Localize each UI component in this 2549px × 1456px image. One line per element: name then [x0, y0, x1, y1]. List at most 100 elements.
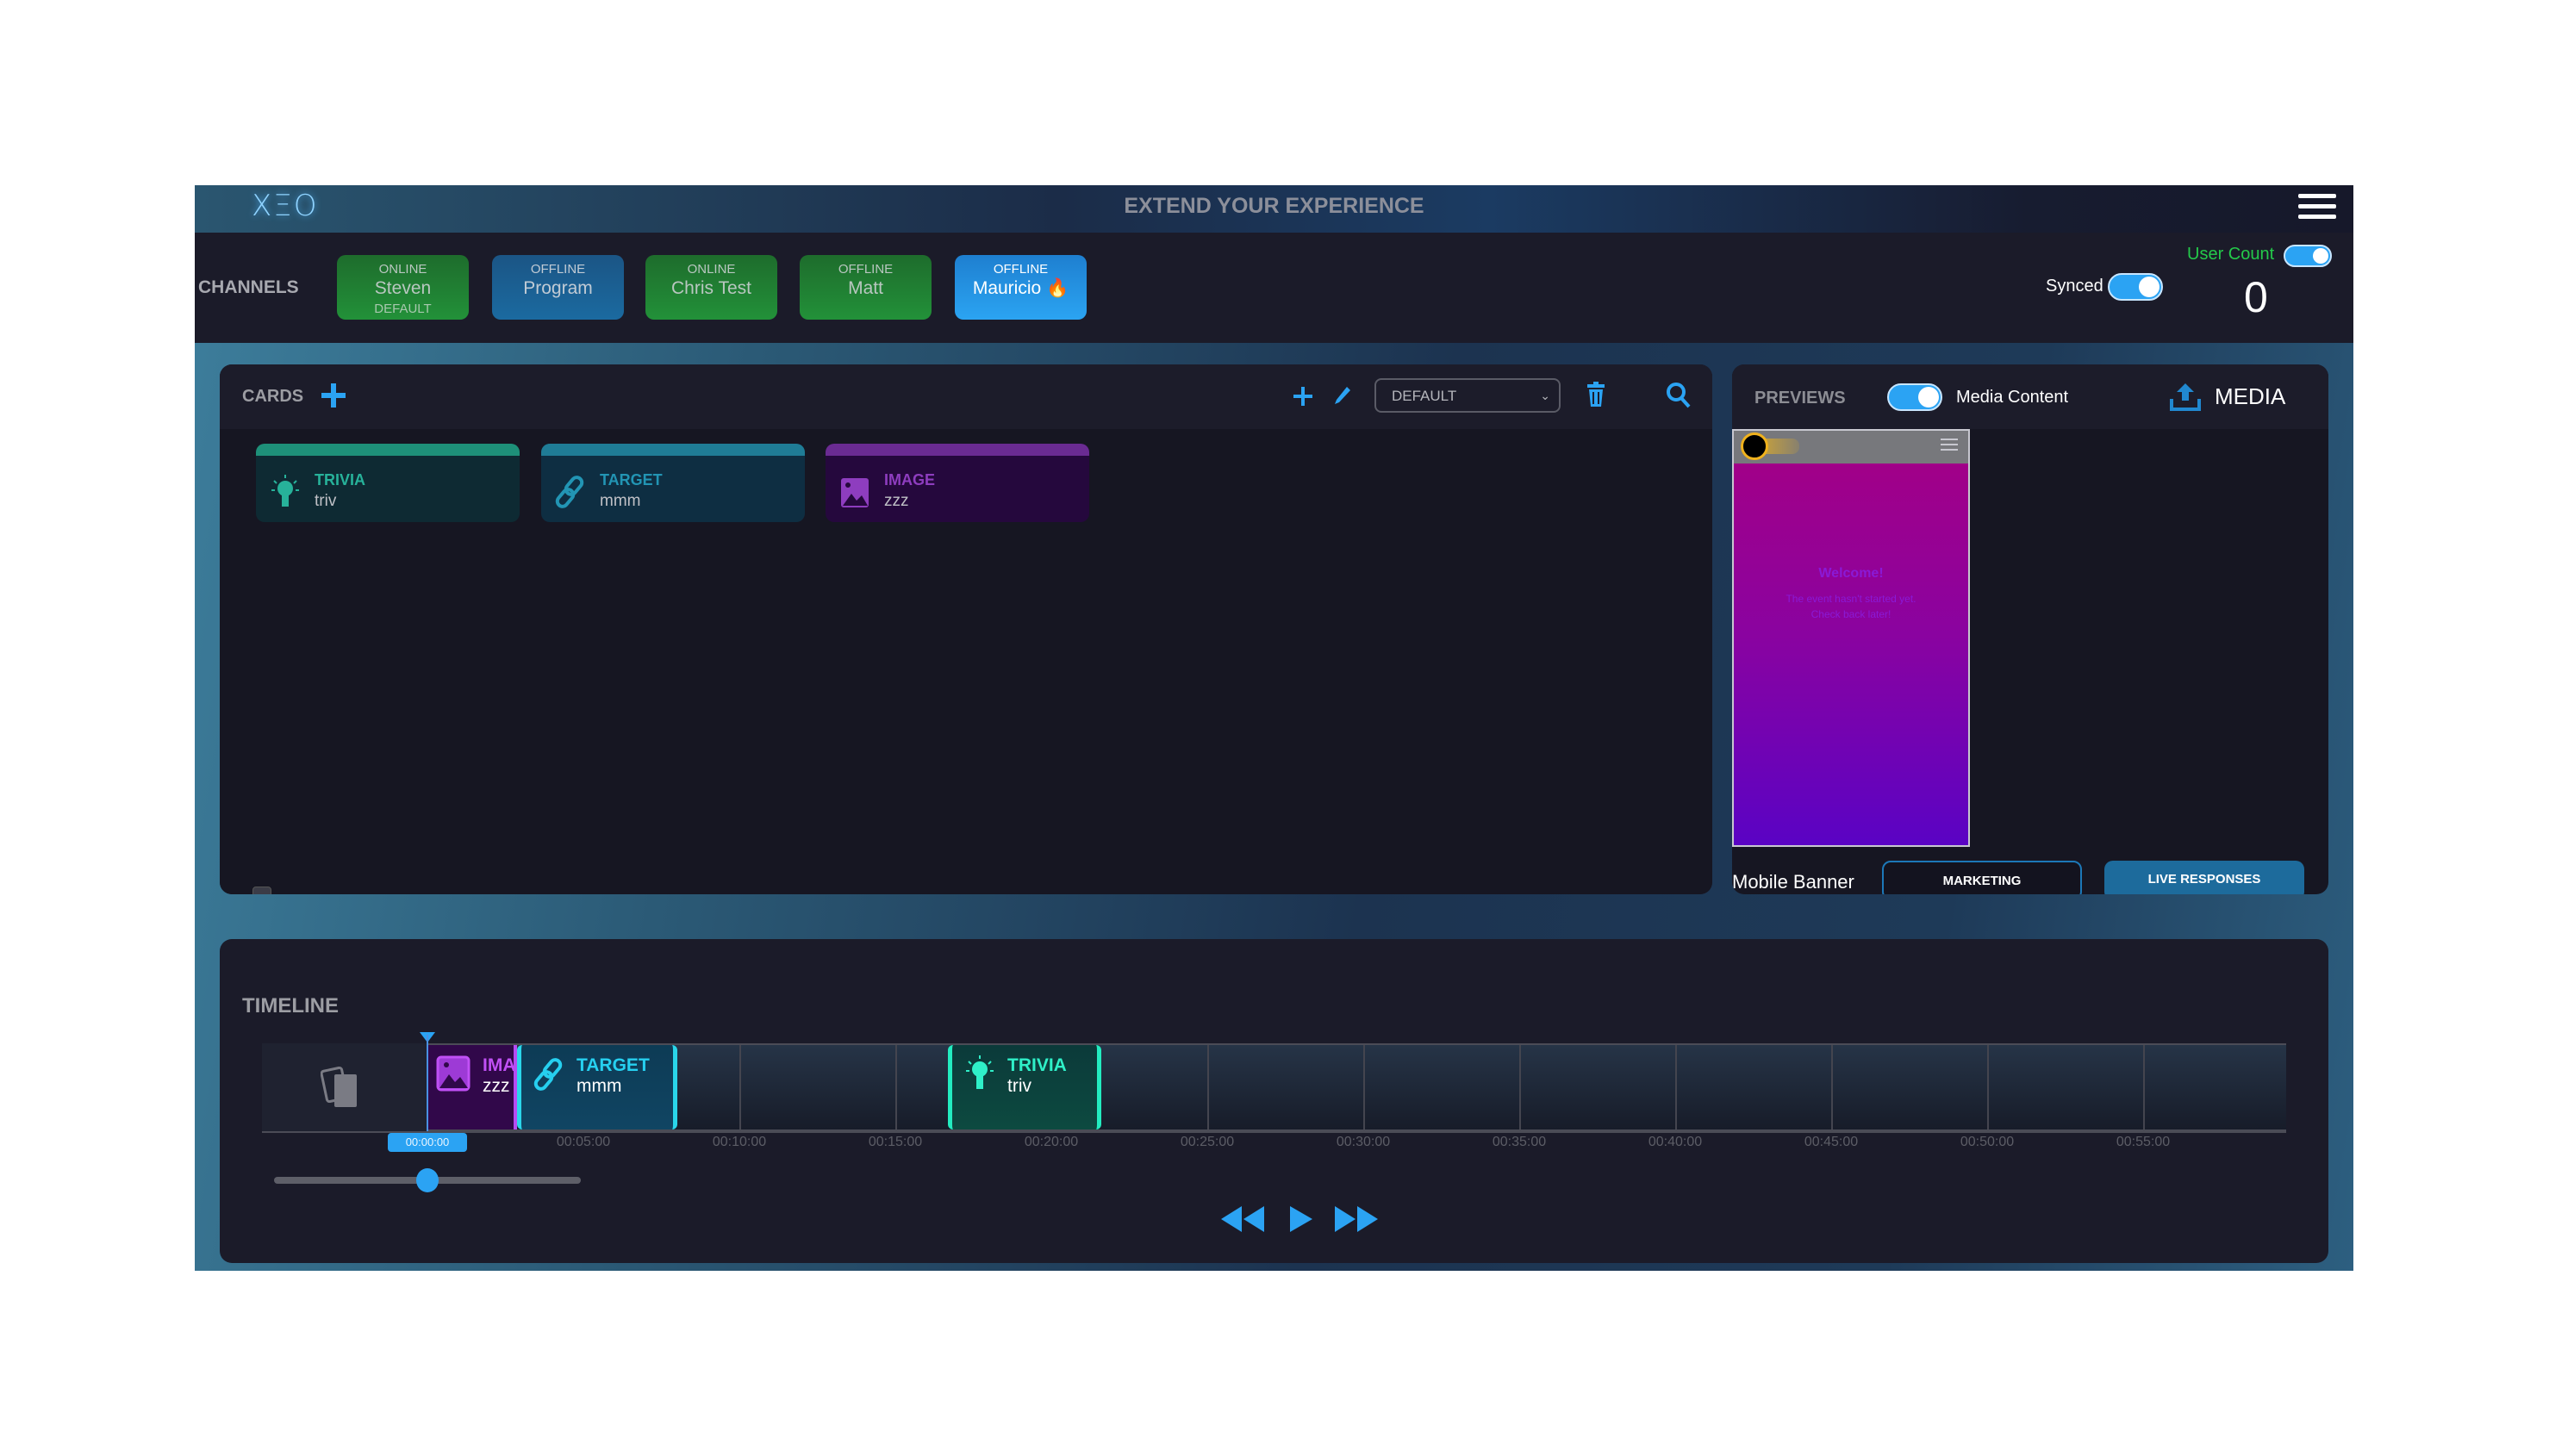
- channel-status: OFFLINE: [838, 262, 894, 277]
- tick-label: 00:05:00: [556, 1135, 611, 1149]
- tick-line: [1831, 1045, 1833, 1129]
- tick-label: 00:15:00: [868, 1135, 923, 1149]
- channel-chris-test[interactable]: ONLINE Chris Test: [645, 255, 777, 320]
- rewind-button[interactable]: [1219, 1204, 1266, 1238]
- marketing-button[interactable]: MARKETING: [1882, 861, 2082, 894]
- card-color-bar: [541, 444, 805, 456]
- channel-name: Mauricio 🔥: [972, 278, 1069, 298]
- zoom-slider-knob[interactable]: [416, 1168, 439, 1192]
- edit-pencil-icon[interactable]: [1333, 385, 1352, 410]
- timeline-clip-trivia[interactable]: TRIVIA triv: [948, 1045, 1101, 1129]
- channel-mauricio[interactable]: OFFLINE Mauricio 🔥: [955, 255, 1087, 320]
- tick-label: 00:25:00: [1180, 1135, 1235, 1149]
- channel-status: ONLINE: [687, 262, 736, 277]
- cards-label: CARDS: [242, 387, 304, 406]
- tick-line: [739, 1045, 741, 1129]
- cards-stack-icon: [321, 1066, 357, 1107]
- phone-menu-icon: [1941, 439, 1958, 451]
- play-icon: [1290, 1206, 1312, 1232]
- card-target[interactable]: TARGET mmm: [541, 444, 805, 522]
- channel-name: Chris Test: [671, 278, 751, 298]
- tick-line: [1363, 1045, 1365, 1129]
- card-group-select[interactable]: DEFAULT ⌄: [1374, 378, 1561, 413]
- card-name: mmm: [600, 492, 641, 510]
- fast-forward-button[interactable]: [1333, 1204, 1380, 1238]
- link-icon: [533, 1058, 563, 1091]
- fast-forward-icon: [1335, 1206, 1378, 1232]
- tick-line: [1207, 1045, 1209, 1129]
- add-card-icon[interactable]: [321, 382, 346, 414]
- welcome-line-1: The event hasn't started yet.: [1786, 593, 1916, 605]
- select-value: DEFAULT: [1392, 388, 1457, 404]
- user-count-toggle[interactable]: [2284, 245, 2332, 267]
- link-icon: [555, 473, 586, 511]
- welcome-line-2: Check back later!: [1810, 608, 1891, 620]
- mobile-preview: Welcome! The event hasn't started yet. C…: [1732, 429, 1970, 847]
- card-image[interactable]: IMAGE zzz: [826, 444, 1089, 522]
- card-name: triv: [315, 492, 337, 510]
- tick-line: [895, 1045, 897, 1129]
- clip-name: zzz: [483, 1076, 510, 1096]
- channel-steven[interactable]: ONLINE Steven DEFAULT: [337, 255, 469, 320]
- trash-icon[interactable]: [1587, 382, 1605, 412]
- tick-label: 00:50:00: [1960, 1135, 2015, 1149]
- media-content-label: Media Content: [1956, 388, 2069, 407]
- card-trivia[interactable]: TRIVIA triv: [256, 444, 520, 522]
- play-button[interactable]: [1288, 1204, 1314, 1238]
- track-lead: [262, 1043, 427, 1131]
- app-window: XΞO EXTEND YOUR EXPERIENCE CHANNELS ONLI…: [195, 185, 2353, 1271]
- tick-line: [1675, 1045, 1677, 1129]
- playhead[interactable]: [427, 1035, 428, 1131]
- menu-icon[interactable]: [2298, 190, 2336, 221]
- media-content-toggle[interactable]: [1887, 383, 1942, 411]
- timeline-zoom-slider[interactable]: [274, 1168, 581, 1192]
- document-icon[interactable]: [252, 887, 271, 894]
- tick-label: 00:45:00: [1804, 1135, 1859, 1149]
- toggle-knob: [1918, 387, 1939, 408]
- chevron-down-icon: ⌄: [1540, 389, 1550, 402]
- default-badge: DEFAULT: [374, 302, 432, 316]
- timeline-panel: TIMELINE IMA zzz TARGET mmm TRIVIA triv: [220, 939, 2328, 1263]
- channel-name: Program: [523, 278, 593, 298]
- tick-label: 00:20:00: [1024, 1135, 1079, 1149]
- welcome-message: The event hasn't started yet. Check back…: [1751, 591, 1951, 622]
- mobile-banner-label: Mobile Banner: [1732, 871, 1854, 893]
- timeline-track[interactable]: IMA zzz TARGET mmm TRIVIA triv: [262, 1043, 2286, 1133]
- channel-program[interactable]: OFFLINE Program: [492, 255, 624, 320]
- channel-status: ONLINE: [378, 262, 427, 277]
- tick-label: 00:30:00: [1336, 1135, 1391, 1149]
- previews-header: PREVIEWS Media Content MEDIA: [1732, 364, 2328, 429]
- live-responses-button[interactable]: LIVE RESPONSES: [2104, 861, 2304, 894]
- tick-label: 00:35:00: [1492, 1135, 1547, 1149]
- timeline-clip-target[interactable]: TARGET mmm: [517, 1045, 677, 1129]
- card-type: TRIVIA: [315, 471, 366, 488]
- current-time-badge: 00:00:00: [388, 1133, 467, 1152]
- media-button[interactable]: MEDIA: [2215, 383, 2285, 410]
- cards-header: CARDS DEFAULT ⌄: [220, 364, 1712, 429]
- synced-toggle[interactable]: [2108, 273, 2163, 301]
- lightbulb-icon: [270, 473, 301, 511]
- previews-panel: PREVIEWS Media Content MEDIA Welcome! Th…: [1732, 364, 2328, 894]
- channels-label: CHANNELS: [198, 277, 299, 297]
- tick-label: 00:40:00: [1648, 1135, 1703, 1149]
- card-color-bar: [256, 444, 520, 456]
- previews-label: PREVIEWS: [1754, 389, 1846, 408]
- clip-type: IMA: [483, 1055, 516, 1075]
- channel-name: Matt: [848, 278, 883, 298]
- toggle-knob: [2313, 248, 2328, 264]
- tick-line: [2143, 1045, 2145, 1129]
- toggle-knob: [2139, 277, 2159, 297]
- tick-line: [1519, 1045, 1521, 1129]
- tick-label: 00:55:00: [2116, 1135, 2171, 1149]
- channel-matt[interactable]: OFFLINE Matt: [800, 255, 932, 320]
- add-icon[interactable]: [1293, 387, 1312, 410]
- timeline-clip-image[interactable]: IMA zzz: [427, 1045, 517, 1129]
- card-name: zzz: [884, 492, 909, 510]
- card-color-bar: [826, 444, 1089, 456]
- tick-label: 00:10:00: [712, 1135, 767, 1149]
- cards-panel: CARDS DEFAULT ⌄ TRIVIA triv TARGET mmm I…: [220, 364, 1712, 894]
- rewind-icon: [1221, 1206, 1264, 1232]
- clip-name: mmm: [576, 1076, 622, 1096]
- upload-icon[interactable]: [2170, 382, 2201, 415]
- search-icon[interactable]: [1666, 382, 1692, 414]
